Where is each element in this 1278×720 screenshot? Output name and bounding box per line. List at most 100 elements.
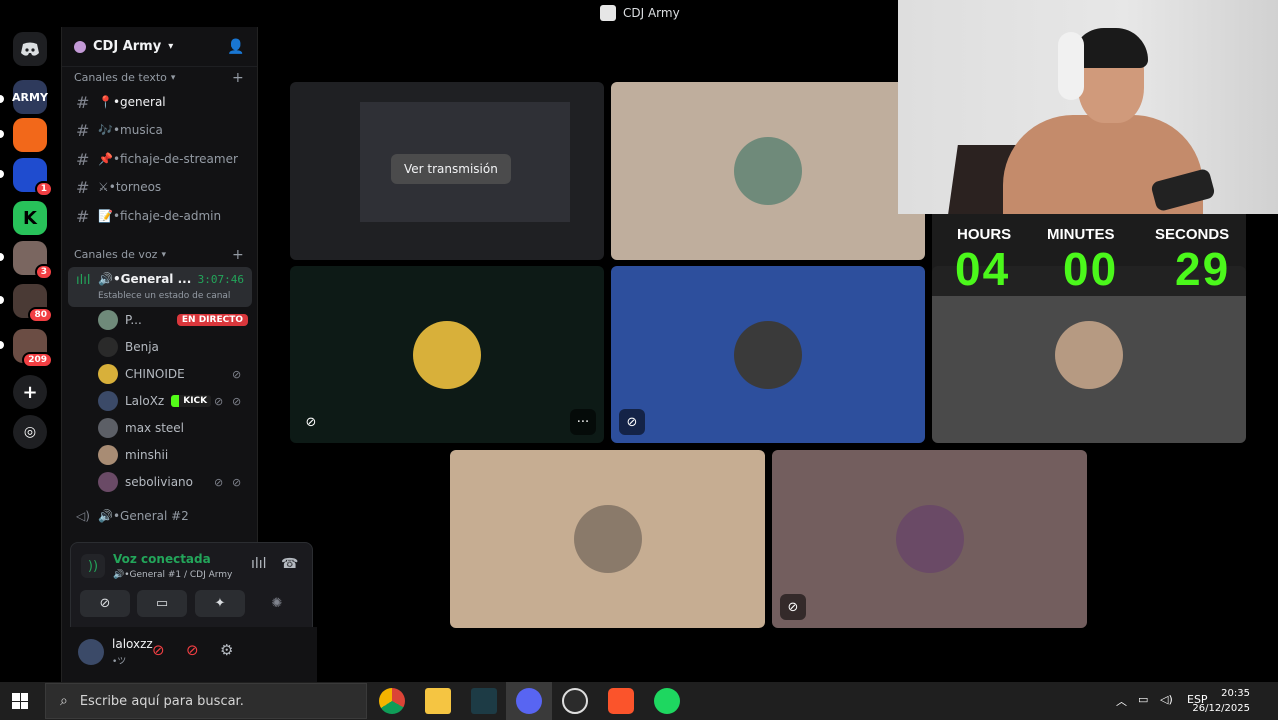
clock-time: 20:35: [1221, 688, 1250, 699]
headset: [1058, 32, 1084, 100]
taskbar: ⌕ Escribe aquí para buscar. ︿ ▭ ◁) ESP 2…: [0, 682, 1278, 720]
watch-stream-button[interactable]: Ver transmisión: [391, 154, 511, 184]
avatar: [573, 505, 642, 573]
windows-start-icon[interactable]: [12, 693, 28, 709]
add-channel-icon[interactable]: +: [232, 247, 244, 263]
noise-suppression-icon[interactable]: ılıl: [251, 556, 267, 572]
server-pill: [0, 341, 4, 349]
server-icon-7[interactable]: 209: [13, 329, 53, 368]
server-label: ARMY: [12, 90, 48, 104]
video-tile[interactable]: ⊘: [611, 266, 925, 443]
channel-general[interactable]: # 📍•general: [76, 89, 166, 115]
invite-people-icon[interactable]: 👤: [227, 39, 244, 55]
mic-muted-icon: ⊘: [305, 414, 317, 430]
more-options-icon[interactable]: ···: [570, 409, 596, 435]
voice-user[interactable]: CHINOIDE ⊘: [98, 362, 248, 386]
stream-tile[interactable]: Ver transmisión: [290, 82, 604, 260]
channel-musica[interactable]: # 🎶•musica: [76, 117, 163, 143]
server-icon-3[interactable]: 1: [13, 158, 53, 197]
voice-channel-timer: 3:07:46: [197, 273, 244, 286]
channel-status-text[interactable]: Establece un estado de canal: [98, 291, 230, 301]
discover-icon[interactable]: ◎: [13, 415, 47, 449]
avatar: [734, 320, 802, 389]
channel-torneos[interactable]: # ⚔•torneos: [76, 174, 161, 200]
gear-icon[interactable]: ⚙: [220, 641, 233, 659]
signal-icon[interactable]: )): [81, 554, 105, 578]
channel-fichaje-de-admin[interactable]: # 📝•fichaje-de-admin: [76, 203, 221, 229]
activities-button[interactable]: ✦: [195, 590, 245, 617]
deafened-icon: ⊘: [780, 594, 806, 620]
league-client-icon[interactable]: [471, 688, 497, 714]
hash-icon: #: [76, 92, 90, 112]
discord-home-icon[interactable]: [13, 32, 47, 66]
voice-user[interactable]: seboliviano ⊘ ⊘: [98, 470, 248, 494]
add-server-icon[interactable]: +: [13, 375, 47, 409]
disconnect-icon[interactable]: ☎: [281, 556, 298, 572]
avatar: [98, 445, 118, 465]
voice-channel-general-1[interactable]: ılıl 🔊•General ... 3:07:46 Establece un …: [68, 267, 252, 307]
server-icon-6[interactable]: 80: [13, 284, 53, 323]
guild-header[interactable]: CDJ Army ▾ 👤: [62, 27, 257, 67]
avatar: [98, 310, 118, 330]
video-tile[interactable]: [450, 450, 765, 628]
mute-mic-icon[interactable]: ⊘: [152, 641, 165, 659]
server-icon-2[interactable]: [13, 118, 47, 152]
server-icon-army[interactable]: ARMY: [12, 80, 48, 114]
stream-timer: HOURS MINUTES SECONDS 04 00 29: [932, 214, 1246, 296]
voice-location[interactable]: 🔊•General #1 / CDJ Army: [113, 570, 232, 580]
avatar: [98, 418, 118, 438]
voice-user-name: max steel: [125, 421, 185, 435]
channel-fichaje-de-streamer[interactable]: # 📌•fichaje-de-streamer: [76, 146, 238, 172]
network-icon[interactable]: ▭: [1138, 693, 1148, 706]
voice-user-name: seboliviano: [125, 475, 193, 489]
file-explorer-icon[interactable]: [425, 688, 451, 714]
voice-user[interactable]: Benja: [98, 335, 248, 359]
voice-category[interactable]: Canales de voz ▾ +: [74, 247, 244, 263]
chevron-up-icon[interactable]: ︿: [1116, 693, 1127, 709]
channel-label: 🔊•General #2: [98, 509, 189, 523]
voice-connected-label[interactable]: Voz conectada: [113, 552, 211, 566]
spotify-icon[interactable]: [654, 688, 680, 714]
screen-share-button[interactable]: ▭: [137, 590, 187, 617]
mic-muted-icon: ⊘: [214, 394, 224, 408]
server-pill: [0, 130, 4, 138]
video-tile[interactable]: [611, 82, 925, 260]
add-channel-icon[interactable]: +: [232, 70, 244, 86]
voice-user-name: P...: [125, 313, 142, 327]
video-tile[interactable]: ⊘ ···: [290, 266, 604, 443]
volume-icon[interactable]: ◁): [1160, 693, 1173, 706]
voice-user[interactable]: LaloXz KICK ⊘ ⊘: [98, 389, 248, 413]
mention-badge: 3: [34, 264, 53, 280]
hash-icon: #: [76, 177, 90, 197]
video-tile[interactable]: ⊘: [772, 450, 1087, 628]
obs-icon[interactable]: [562, 688, 588, 714]
user-name[interactable]: laloxzz: [112, 637, 153, 651]
voice-user[interactable]: minshii: [98, 443, 248, 467]
clock[interactable]: 20:35 26/12/2025: [1192, 686, 1250, 716]
mention-badge: 1: [34, 181, 53, 197]
server-icon-kick[interactable]: K: [13, 201, 47, 235]
chevron-down-icon: ▾: [170, 72, 176, 83]
webcam-overlay: [898, 0, 1278, 214]
voice-user-name: CHINOIDE: [125, 367, 185, 381]
text-category[interactable]: Canales de texto ▾ +: [74, 70, 244, 86]
voice-activity-icon: ılıl: [76, 273, 91, 288]
brave-icon[interactable]: [608, 688, 634, 714]
deafen-icon[interactable]: ⊘: [186, 641, 199, 659]
discord-taskbar-icon[interactable]: [516, 688, 542, 714]
voice-channel-general-2[interactable]: ◁) 🔊•General #2: [76, 503, 189, 529]
avatar: [98, 391, 118, 411]
voice-user[interactable]: P... EN DIRECTO: [98, 308, 248, 332]
user-status: •ツ: [112, 657, 127, 667]
avatar[interactable]: [78, 639, 104, 665]
channel-label: 🎶•musica: [98, 123, 163, 137]
channel-label: ⚔•torneos: [98, 180, 162, 194]
chrome-icon[interactable]: [379, 688, 405, 714]
avatar: [734, 137, 802, 205]
camera-off-button[interactable]: ⊘: [80, 590, 130, 617]
avatar: [98, 472, 118, 492]
soundboard-button[interactable]: ✺: [252, 590, 302, 617]
server-icon-5[interactable]: 3: [13, 241, 53, 280]
taskbar-search[interactable]: ⌕ Escribe aquí para buscar.: [45, 683, 367, 719]
voice-user[interactable]: max steel: [98, 416, 248, 440]
